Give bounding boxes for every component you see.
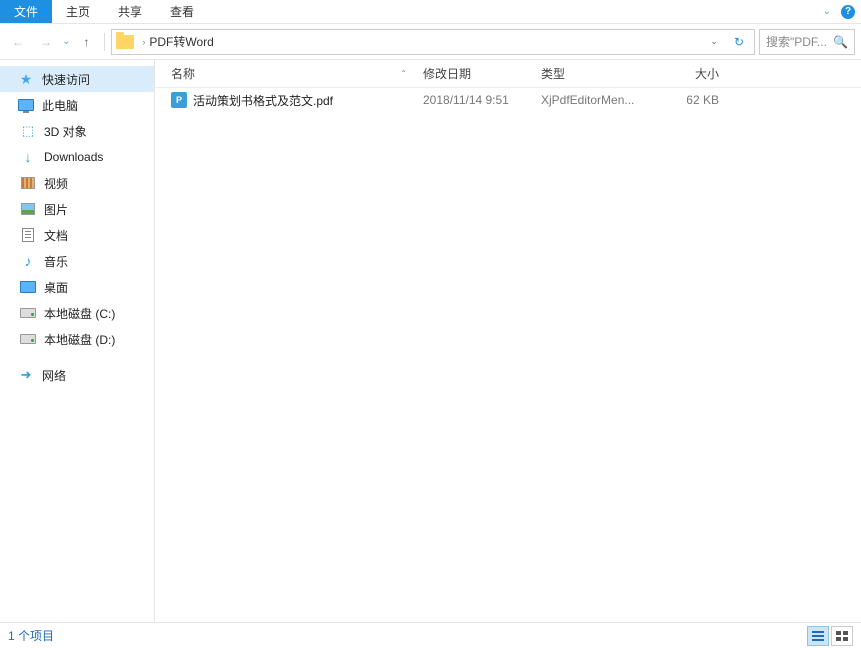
download-icon: ↓ <box>20 149 36 165</box>
column-label: 名称 <box>171 65 195 82</box>
column-header-type[interactable]: 类型 <box>533 65 647 82</box>
status-item-count: 1 个项目 <box>8 627 54 644</box>
image-icon <box>21 203 35 215</box>
address-bar: ← → ⌄ ↑ › PDF转Word ⌄ ↻ 搜索"PDF... 🔍 <box>0 24 861 60</box>
sidebar-item-pictures[interactable]: 图片 <box>0 196 154 222</box>
file-name: 活动策划书格式及范文.pdf <box>193 92 333 109</box>
sidebar-item-drive-d[interactable]: 本地磁盘 (D:) <box>0 326 154 352</box>
sidebar-item-label: 3D 对象 <box>44 123 87 140</box>
search-placeholder: 搜索"PDF... <box>766 33 827 50</box>
file-row[interactable]: P 活动策划书格式及范文.pdf 2018/11/14 9:51 XjPdfEd… <box>155 88 861 112</box>
menu-share[interactable]: 共享 <box>104 0 156 23</box>
nav-up-button[interactable]: ↑ <box>74 30 98 54</box>
separator <box>104 33 105 51</box>
file-date: 2018/11/14 9:51 <box>415 93 533 107</box>
view-details-button[interactable] <box>807 626 829 646</box>
sidebar-item-label: 本地磁盘 (C:) <box>44 305 115 322</box>
sidebar-item-videos[interactable]: 视频 <box>0 170 154 196</box>
monitor-icon <box>18 99 34 111</box>
sidebar-item-desktop[interactable]: 桌面 <box>0 274 154 300</box>
sidebar-item-this-pc[interactable]: 此电脑 <box>0 92 154 118</box>
film-icon <box>21 177 35 189</box>
sidebar-item-label: 本地磁盘 (D:) <box>44 331 115 348</box>
sort-indicator-icon: ⌃ <box>400 69 407 78</box>
sidebar-item-downloads[interactable]: ↓ Downloads <box>0 144 154 170</box>
nav-forward-button[interactable]: → <box>34 30 58 54</box>
pdf-file-icon: P <box>171 92 187 108</box>
menu-file[interactable]: 文件 <box>0 0 52 23</box>
sidebar-item-quick-access[interactable]: ★ 快速访问 <box>0 66 154 92</box>
sidebar-item-label: 此电脑 <box>42 97 78 114</box>
sidebar-item-network[interactable]: ➜ 网络 <box>0 362 154 388</box>
star-icon: ★ <box>18 71 34 87</box>
menubar: 文件 主页 共享 查看 ⌄ ? <box>0 0 861 24</box>
refresh-icon[interactable]: ↻ <box>728 35 750 49</box>
sidebar-item-documents[interactable]: 文档 <box>0 222 154 248</box>
drive-icon <box>20 308 36 318</box>
sidebar-item-label: 视频 <box>44 175 68 192</box>
chevron-right-icon: › <box>142 37 145 47</box>
status-bar: 1 个项目 <box>0 622 861 648</box>
sidebar-item-label: 文档 <box>44 227 68 244</box>
sidebar-item-label: 桌面 <box>44 279 68 296</box>
sidebar-item-3d-objects[interactable]: ⬚ 3D 对象 <box>0 118 154 144</box>
search-icon: 🔍 <box>833 35 848 49</box>
sidebar-item-label: Downloads <box>44 150 103 164</box>
sidebar-item-music[interactable]: ♪ 音乐 <box>0 248 154 274</box>
ribbon-expand-icon[interactable]: ⌄ <box>823 6 831 17</box>
network-icon: ➜ <box>18 367 34 383</box>
sidebar-item-label: 音乐 <box>44 253 68 270</box>
cube-icon: ⬚ <box>20 123 36 139</box>
file-type: XjPdfEditorMen... <box>533 93 647 107</box>
view-thumbnails-button[interactable] <box>831 626 853 646</box>
nav-history-icon[interactable]: ⌄ <box>62 36 70 47</box>
breadcrumb-dropdown-icon[interactable]: ⌄ <box>704 36 724 47</box>
sidebar-item-drive-c[interactable]: 本地磁盘 (C:) <box>0 300 154 326</box>
search-input[interactable]: 搜索"PDF... 🔍 <box>759 29 855 55</box>
column-header-size[interactable]: 大小 <box>647 65 727 82</box>
desktop-icon <box>20 281 36 293</box>
sidebar-item-label: 网络 <box>42 367 66 384</box>
help-icon[interactable]: ? <box>841 5 855 19</box>
column-header-row: 名称 ⌃ 修改日期 类型 大小 <box>155 60 861 88</box>
music-icon: ♪ <box>20 253 36 269</box>
document-icon <box>22 228 34 242</box>
breadcrumb[interactable]: › PDF转Word ⌄ ↻ <box>111 29 755 55</box>
details-view-icon <box>812 631 824 641</box>
thumbnails-view-icon <box>836 631 848 641</box>
folder-icon <box>116 35 134 49</box>
menu-home[interactable]: 主页 <box>52 0 104 23</box>
file-list-pane: 名称 ⌃ 修改日期 类型 大小 P 活动策划书格式及范文.pdf 2018/11… <box>155 60 861 622</box>
sidebar-item-label: 快速访问 <box>42 71 90 88</box>
column-header-date[interactable]: 修改日期 <box>415 65 533 82</box>
nav-back-button[interactable]: ← <box>6 30 30 54</box>
file-size: 62 KB <box>647 93 727 107</box>
breadcrumb-segment[interactable]: PDF转Word <box>149 33 213 50</box>
drive-icon <box>20 334 36 344</box>
menu-view[interactable]: 查看 <box>156 0 208 23</box>
navigation-pane: ★ 快速访问 此电脑 ⬚ 3D 对象 ↓ Downloads 视频 图片 文档 … <box>0 60 155 622</box>
sidebar-item-label: 图片 <box>44 201 68 218</box>
column-header-name[interactable]: 名称 ⌃ <box>163 65 415 82</box>
